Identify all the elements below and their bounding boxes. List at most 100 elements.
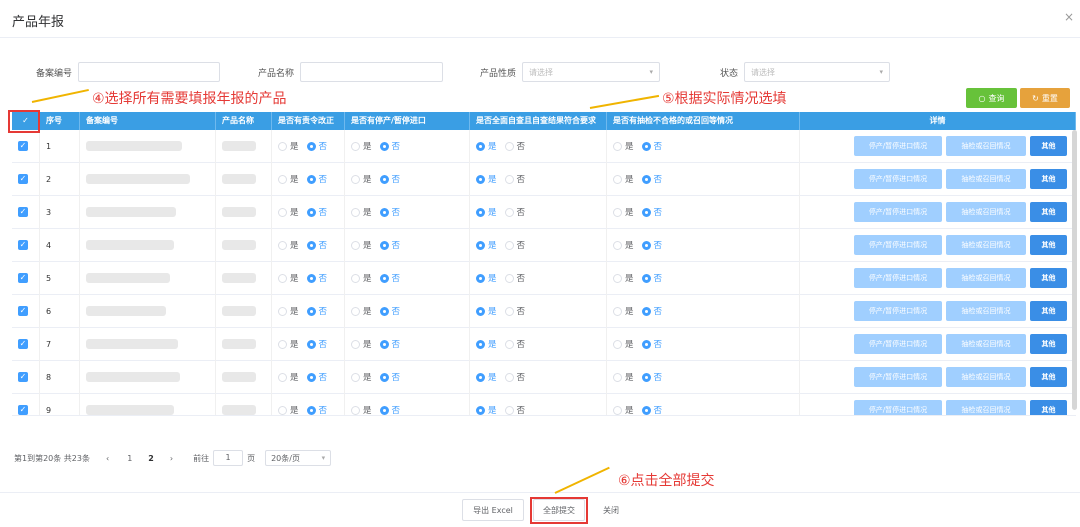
radio-yes[interactable]: 是 [278, 338, 299, 350]
radio-yes[interactable]: 是 [278, 272, 299, 284]
suspension-detail-button[interactable]: 停产/暂停进口情况 [854, 136, 942, 156]
radio-yes[interactable]: 是 [351, 239, 372, 251]
radio-no[interactable]: 否 [379, 206, 400, 218]
page-1[interactable]: 1 [121, 454, 138, 463]
suspension-detail-button[interactable]: 停产/暂停进口情况 [854, 334, 942, 354]
radio-no[interactable]: 否 [504, 338, 525, 350]
radio-no[interactable]: 否 [306, 404, 327, 415]
checkbox[interactable]: ✓ [18, 141, 28, 151]
radio-no[interactable]: 否 [379, 140, 400, 152]
radio-yes[interactable]: 是 [613, 272, 634, 284]
table-scrollbar[interactable] [1072, 130, 1077, 410]
recall-detail-button[interactable]: 抽检或召回情况 [946, 367, 1026, 387]
radio-yes[interactable]: 是 [351, 305, 372, 317]
radio-no[interactable]: 否 [306, 371, 327, 383]
radio-yes[interactable]: 是 [476, 338, 497, 350]
record-no-input[interactable] [78, 62, 221, 82]
radio-no[interactable]: 否 [641, 173, 662, 185]
radio-no[interactable]: 否 [641, 305, 662, 317]
checkbox[interactable]: ✓ [18, 372, 28, 382]
radio-yes[interactable]: 是 [613, 140, 634, 152]
radio-yes[interactable]: 是 [476, 305, 497, 317]
radio-yes[interactable]: 是 [278, 140, 299, 152]
radio-no[interactable]: 否 [641, 371, 662, 383]
export-excel-button[interactable]: 导出 Excel [462, 499, 524, 521]
radio-no[interactable]: 否 [504, 305, 525, 317]
radio-no[interactable]: 否 [641, 239, 662, 251]
recall-detail-button[interactable]: 抽检或召回情况 [946, 235, 1026, 255]
radio-no[interactable]: 否 [504, 371, 525, 383]
radio-yes[interactable]: 是 [278, 173, 299, 185]
radio-yes[interactable]: 是 [613, 173, 634, 185]
radio-no[interactable]: 否 [504, 404, 525, 415]
suspension-detail-button[interactable]: 停产/暂停进口情况 [854, 169, 942, 189]
other-detail-button[interactable]: 其他 [1030, 235, 1067, 255]
next-page-icon[interactable]: › [164, 454, 179, 463]
radio-no[interactable]: 否 [641, 140, 662, 152]
suspension-detail-button[interactable]: 停产/暂停进口情况 [854, 235, 942, 255]
row-checkbox-cell[interactable]: ✓ [12, 261, 40, 295]
radio-no[interactable]: 否 [306, 305, 327, 317]
checkbox[interactable]: ✓ [18, 339, 28, 349]
radio-yes[interactable]: 是 [476, 371, 497, 383]
radio-yes[interactable]: 是 [476, 206, 497, 218]
row-checkbox-cell[interactable]: ✓ [12, 162, 40, 196]
recall-detail-button[interactable]: 抽检或召回情况 [946, 169, 1026, 189]
radio-no[interactable]: 否 [306, 206, 327, 218]
other-detail-button[interactable]: 其他 [1030, 400, 1067, 415]
radio-no[interactable]: 否 [641, 272, 662, 284]
suspension-detail-button[interactable]: 停产/暂停进口情况 [854, 400, 942, 415]
radio-yes[interactable]: 是 [278, 239, 299, 251]
recall-detail-button[interactable]: 抽检或召回情况 [946, 202, 1026, 222]
radio-no[interactable]: 否 [306, 272, 327, 284]
radio-yes[interactable]: 是 [278, 206, 299, 218]
radio-no[interactable]: 否 [306, 173, 327, 185]
other-detail-button[interactable]: 其他 [1030, 136, 1067, 156]
row-checkbox-cell[interactable]: ✓ [12, 228, 40, 262]
suspension-detail-button[interactable]: 停产/暂停进口情况 [854, 367, 942, 387]
radio-no[interactable]: 否 [504, 173, 525, 185]
radio-yes[interactable]: 是 [613, 404, 634, 415]
other-detail-button[interactable]: 其他 [1030, 169, 1067, 189]
row-checkbox-cell[interactable]: ✓ [12, 393, 40, 415]
radio-yes[interactable]: 是 [613, 206, 634, 218]
radio-no[interactable]: 否 [504, 206, 525, 218]
radio-yes[interactable]: 是 [476, 272, 497, 284]
goto-page-input[interactable]: 1 [213, 450, 244, 466]
query-button[interactable]: ○ 查询 [966, 88, 1017, 108]
other-detail-button[interactable]: 其他 [1030, 301, 1067, 321]
recall-detail-button[interactable]: 抽检或召回情况 [946, 334, 1026, 354]
prev-page-icon[interactable]: ‹ [100, 454, 115, 463]
radio-no[interactable]: 否 [641, 404, 662, 415]
radio-yes[interactable]: 是 [351, 404, 372, 415]
radio-no[interactable]: 否 [306, 239, 327, 251]
radio-no[interactable]: 否 [379, 272, 400, 284]
row-checkbox-cell[interactable]: ✓ [12, 195, 40, 229]
recall-detail-button[interactable]: 抽检或召回情况 [946, 301, 1026, 321]
recall-detail-button[interactable]: 抽检或召回情况 [946, 268, 1026, 288]
page-size-select[interactable]: 20条/页 ▾ [265, 450, 332, 466]
other-detail-button[interactable]: 其他 [1030, 202, 1067, 222]
radio-no[interactable]: 否 [379, 404, 400, 415]
radio-no[interactable]: 否 [641, 338, 662, 350]
radio-no[interactable]: 否 [379, 371, 400, 383]
suspension-detail-button[interactable]: 停产/暂停进口情况 [854, 268, 942, 288]
radio-no[interactable]: 否 [504, 272, 525, 284]
radio-yes[interactable]: 是 [476, 404, 497, 415]
radio-yes[interactable]: 是 [613, 305, 634, 317]
checkbox[interactable]: ✓ [18, 240, 28, 250]
product-name-input[interactable] [300, 62, 444, 82]
row-checkbox-cell[interactable]: ✓ [12, 360, 40, 394]
radio-yes[interactable]: 是 [613, 338, 634, 350]
checkbox[interactable]: ✓ [18, 306, 28, 316]
product-nature-select[interactable]: 请选择 ▾ [522, 62, 661, 82]
radio-no[interactable]: 否 [379, 305, 400, 317]
checkbox[interactable]: ✓ [18, 207, 28, 217]
radio-yes[interactable]: 是 [351, 173, 372, 185]
checkbox[interactable]: ✓ [18, 273, 28, 283]
other-detail-button[interactable]: 其他 [1030, 334, 1067, 354]
radio-no[interactable]: 否 [379, 338, 400, 350]
checkbox[interactable]: ✓ [18, 174, 28, 184]
status-select[interactable]: 请选择 ▾ [744, 62, 891, 82]
radio-no[interactable]: 否 [306, 338, 327, 350]
